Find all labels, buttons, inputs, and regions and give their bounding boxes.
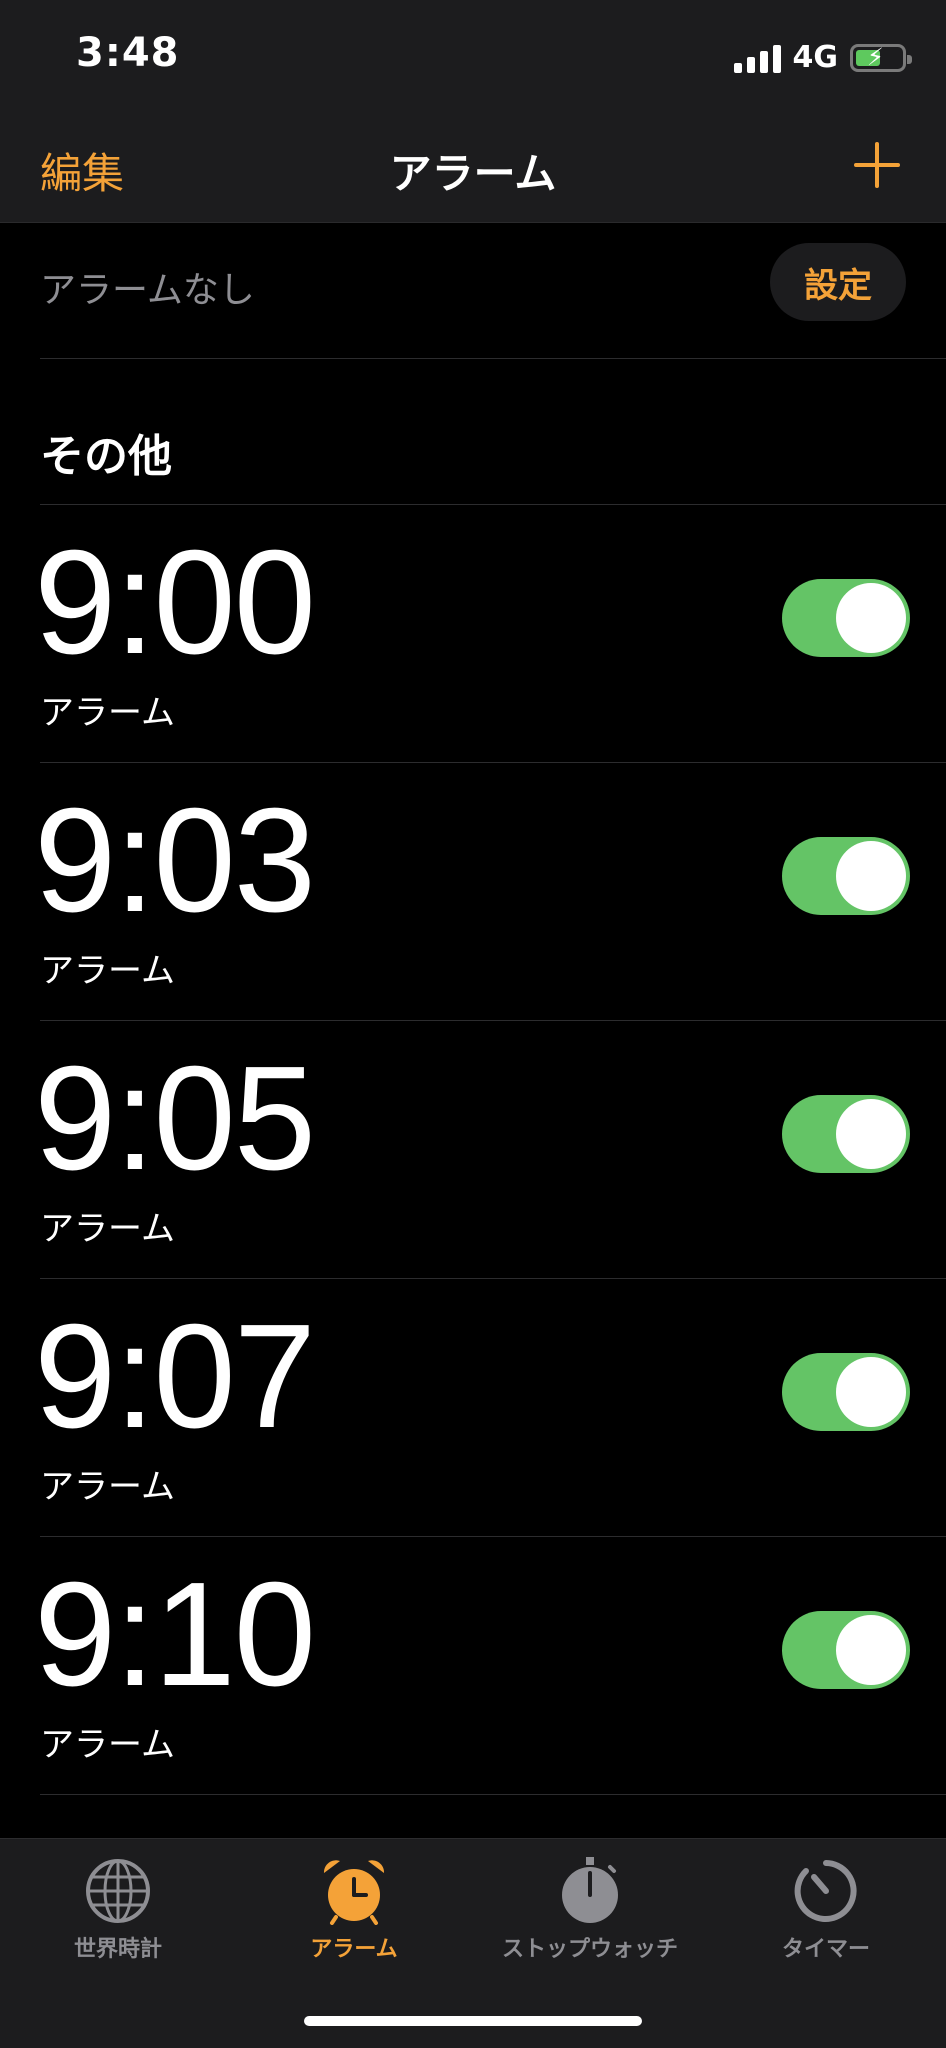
toggle-knob [836,1357,906,1427]
add-alarm-button[interactable] [854,142,900,188]
page-title: アラーム [389,149,557,198]
toggle-knob [836,1615,906,1685]
alarm-label: アラーム [40,1209,175,1249]
tab-stopwatch[interactable]: ストップウォッチ [472,1857,708,1963]
globe-icon [84,1857,152,1925]
no-alarm-label: アラームなし [40,270,255,311]
alarm-row[interactable]: 9:07 アラーム [34,1279,946,1537]
alarm-row[interactable]: 9:03 アラーム [34,763,946,1021]
alarm-toggle[interactable] [782,1611,910,1689]
tab-alarm[interactable]: アラーム [236,1857,472,1963]
home-indicator[interactable] [304,2016,642,2026]
cellular-signal-icon [733,43,781,73]
status-indicators: 4G ⚡ [733,40,912,75]
battery-charging-icon: ⚡ [850,43,912,72]
alarm-time: 9:05 [34,1036,316,1201]
status-time: 3:48 [76,30,180,76]
toggle-knob [836,583,906,653]
toggle-knob [836,841,906,911]
alarm-toggle[interactable] [782,579,910,657]
set-sleep-alarm-button[interactable]: 設定 [770,243,906,321]
alarm-time: 9:03 [34,778,316,943]
stopwatch-icon [556,1857,624,1925]
alarm-time: 9:00 [34,520,316,685]
alarm-label: アラーム [40,693,175,733]
alarm-time: 9:07 [34,1294,316,1459]
alarm-time: 9:10 [34,1552,316,1717]
tab-label: ストップウォッチ [501,1937,678,1962]
sleep-alarm-row: アラームなし 設定 [40,223,946,359]
tab-label: 世界時計 [73,1937,162,1962]
alarm-row[interactable]: 9:00 アラーム [34,505,946,763]
navigation-bar: 3:48 4G ⚡ 編集 アラーム [0,0,946,223]
tab-label: タイマー [781,1937,870,1962]
tab-label: アラーム [310,1937,398,1962]
alarm-label: アラーム [40,1467,175,1507]
timer-icon [792,1857,860,1925]
alarm-toggle[interactable] [782,1353,910,1431]
toggle-knob [836,1099,906,1169]
alarm-label: アラーム [40,1725,175,1765]
tab-world-clock[interactable]: 世界時計 [0,1857,236,1963]
tab-timer[interactable]: タイマー [708,1857,944,1963]
alarm-row[interactable]: 9:05 アラーム [34,1021,946,1279]
alarm-clock-icon [320,1857,388,1925]
alarm-label: アラーム [40,951,175,991]
alarm-row[interactable]: 9:10 アラーム [34,1537,946,1795]
network-type: 4G [792,40,839,75]
section-title: その他 [40,431,172,482]
alarm-toggle[interactable] [782,1095,910,1173]
alarm-toggle[interactable] [782,837,910,915]
